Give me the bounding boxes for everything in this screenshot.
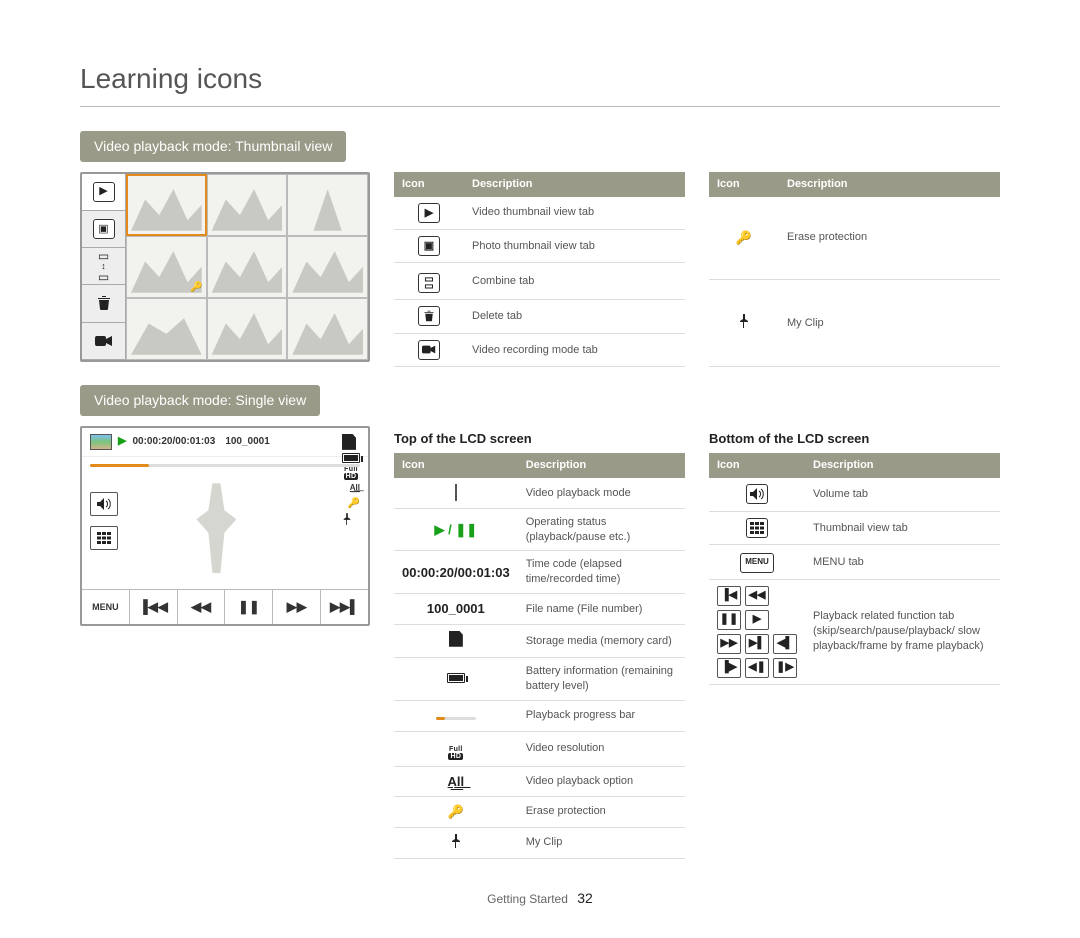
page-title: Learning icons [80,60,1000,107]
thumbnail-cell[interactable] [207,174,288,236]
table-row: FullHDVideo resolution [394,731,685,766]
table-row: 100_0001File name (File number) [394,594,685,625]
table-row: Playback progress bar [394,700,685,731]
bottom-lcd-subhead: Bottom of the LCD screen [709,430,1000,448]
storage-card-icon [342,434,356,450]
thumbnail-cell[interactable] [126,298,207,360]
play-badge-icon: ▶ [418,203,440,223]
bottom-lcd-table: Icon Description Volume tab Thumbnail vi… [709,453,1000,684]
pause-button[interactable]: ❚❚ [225,590,273,624]
camera-icon [95,334,113,348]
table-row: Battery information (remaining battery l… [394,658,685,701]
top-lcd-subhead: Top of the LCD screen [394,430,685,448]
table-row: ▶ / ❚❚Operating status (playback/pause e… [394,508,685,551]
combine-tab[interactable]: ▭↕▭ [82,248,125,285]
landscape-icon [455,484,457,501]
combine-icon: ▭↕▭ [98,250,109,283]
table-row: 00:00:20/00:01:03Time code (elapsed time… [394,551,685,594]
delete-tab[interactable] [82,285,125,322]
video-thumb-tab[interactable]: ▶ [82,174,125,211]
fullhd-icon: FullHD [448,746,463,760]
battery-icon [447,673,465,683]
thumbnail-cell[interactable] [287,174,368,236]
menu-tab-icon: MENU [740,553,774,573]
col-icon: Icon [394,453,518,478]
table-row: My Clip [709,279,1000,366]
progress-icon [436,717,476,720]
transport-icons: ▐◀◀◀ ❚❚▶ ▶▶▶▌◀▌ ▐▶◀❚❚▶ [717,586,797,678]
timecode-icon: 00:00:20/00:01:03 [394,551,518,594]
col-desc: Description [464,172,685,197]
thumbnail-cell[interactable] [287,236,368,298]
footer-page-number: 32 [577,890,593,906]
key-icon: 🔑 [709,197,779,280]
table-row: A͟l͟l͟Video playback option [394,766,685,797]
play-status-icon: ▶ [118,434,126,449]
col-icon: Icon [709,453,805,478]
record-mode-tab[interactable] [82,323,125,360]
section-thumbnail-bar: Video playback mode: Thumbnail view [80,131,346,162]
thumb-icons-table-left: Icon Description ▶Video thumbnail view t… [394,172,685,367]
lcd-thumbnail-screen: ▶ ▣ ▭↕▭ 🔑 [80,172,370,362]
table-row: ▶Video thumbnail view tab [394,197,685,230]
col-desc: Description [518,453,685,478]
lcd-single-screen: ▶ 00:00:20/00:01:03 100_0001 FullHD A͟l͟… [80,426,370,626]
thumbnail-cell[interactable]: 🔑 [126,236,207,298]
trash-icon [96,295,112,311]
play-pause-icon: ▶ / ❚❚ [394,508,518,551]
table-row: 🔑Erase protection [394,797,685,828]
table-row: Video recording mode tab [394,333,685,366]
thumbnail-cell[interactable] [126,174,207,236]
trash-badge-icon [418,306,440,326]
camera-badge-icon [418,340,440,360]
pin-icon [450,834,462,848]
pin-icon [738,314,750,328]
col-desc: Description [779,172,1000,197]
play-icon: ▶ [93,182,115,202]
volume-icon [746,484,768,504]
table-row: Storage media (memory card) [394,624,685,658]
lock-badge-icon: 🔑 [190,281,202,295]
col-desc: Description [805,453,1000,478]
table-row: Volume tab [709,478,1000,511]
section-single-bar: Video playback mode: Single view [80,385,320,416]
table-row: My Clip [394,827,685,859]
table-row: ▐◀◀◀ ❚❚▶ ▶▶▶▌◀▌ ▐▶◀❚❚▶ Playback related … [709,579,1000,684]
all-icon: A͟l͟l͟ [394,766,518,797]
table-row: MENUMENU tab [709,545,1000,579]
table-row: 🔑Erase protection [709,197,1000,280]
filename-icon: 100_0001 [394,594,518,625]
rewind-button[interactable]: ◀◀ [178,590,226,624]
thumbnail-tab-icon [746,518,768,538]
table-row: ▣Photo thumbnail view tab [394,229,685,262]
filename-text: 100_0001 [225,435,270,449]
thumbnail-cell[interactable] [207,236,288,298]
table-row: ▭▭Combine tab [394,263,685,300]
page-footer: Getting Started 32 [80,889,1000,908]
thumb-icons-table-right: Icon Description 🔑Erase protection My Cl… [709,172,1000,367]
menu-button[interactable]: MENU [82,590,130,624]
thumbnail-cell[interactable] [207,298,288,360]
photo-icon: ▣ [93,219,115,239]
skip-back-button[interactable]: ▐◀◀ [130,590,178,624]
top-lcd-table: Icon Description Video playback mode ▶ /… [394,453,685,859]
forward-button[interactable]: ▶▶ [273,590,321,624]
playback-mode-icon [90,434,112,450]
photo-badge-icon: ▣ [418,236,440,256]
col-icon: Icon [709,172,779,197]
photo-thumb-tab[interactable]: ▣ [82,211,125,248]
timecode-text: 00:00:20/00:01:03 [132,435,215,449]
table-row: Video playback mode [394,478,685,508]
combine-badge-icon: ▭▭ [418,273,440,293]
footer-section: Getting Started [487,892,568,906]
skip-fwd-button[interactable]: ▶▶▌ [321,590,368,624]
card-icon [449,631,463,647]
col-icon: Icon [394,172,464,197]
key-icon: 🔑 [394,797,518,828]
video-silhouette [196,483,236,573]
table-row: Thumbnail view tab [709,511,1000,545]
table-row: Delete tab [394,300,685,334]
thumbnail-cell[interactable] [287,298,368,360]
